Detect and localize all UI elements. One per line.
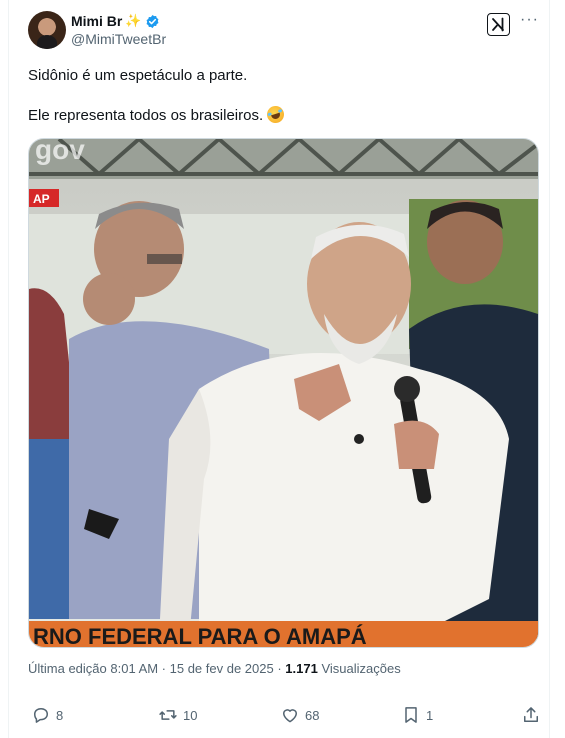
edited-timestamp[interactable]: Última edição 8:01 AM · 15 de fev de 202… bbox=[28, 661, 282, 676]
tweet-video[interactable]: gov AP RNO FEDERAL PARA O AMAPÁ bbox=[28, 138, 539, 648]
reply-button[interactable]: 8 bbox=[31, 705, 63, 725]
reply-icon bbox=[34, 708, 48, 723]
views-label: Visualizações bbox=[321, 661, 401, 676]
channel-badge-text: AP bbox=[33, 192, 50, 206]
action-bar: 8 10 68 1 bbox=[31, 705, 545, 727]
tweet-text: Sidônio é um espetáculo a parte. Ele rep… bbox=[28, 66, 287, 126]
like-button[interactable]: 68 bbox=[280, 705, 319, 725]
grok-button[interactable] bbox=[487, 13, 510, 36]
grok-icon bbox=[492, 17, 504, 32]
sparkle-emoji: ✨ bbox=[125, 13, 142, 28]
rolling-laughing-emoji-icon bbox=[265, 103, 287, 126]
tweet-meta: Última edição 8:01 AM · 15 de fev de 202… bbox=[28, 661, 401, 676]
video-banner-text: RNO FEDERAL PARA O AMAPÁ bbox=[33, 624, 367, 647]
gov-logo-text: gov bbox=[35, 139, 85, 165]
tweet-card: Mimi Br ✨ @MimiTweetBr ··· Sidônio é um … bbox=[8, 0, 550, 738]
repost-icon bbox=[159, 710, 177, 720]
repost-button[interactable]: 10 bbox=[158, 705, 197, 725]
more-options-icon[interactable]: ··· bbox=[520, 12, 538, 32]
bookmark-count: 1 bbox=[426, 707, 434, 723]
bookmark-button[interactable]: 1 bbox=[401, 705, 433, 725]
bookmark-icon bbox=[405, 707, 417, 723]
share-icon bbox=[524, 707, 538, 722]
author-avatar[interactable] bbox=[28, 11, 66, 49]
tweet-line-2: Ele representa todos os brasileiros. bbox=[28, 103, 287, 126]
video-frame: gov AP RNO FEDERAL PARA O AMAPÁ bbox=[29, 139, 538, 647]
author-name-row[interactable]: Mimi Br ✨ bbox=[71, 13, 160, 29]
share-button[interactable] bbox=[521, 705, 541, 725]
repost-count: 10 bbox=[183, 707, 198, 723]
tweet-line-1: Sidônio é um espetáculo a parte. bbox=[28, 67, 248, 84]
tweet-line-2-text: Ele representa todos os brasileiros. bbox=[28, 107, 264, 124]
views-count: 1.171 bbox=[285, 661, 318, 676]
reply-count: 8 bbox=[56, 707, 64, 723]
author-display-name[interactable]: Mimi Br bbox=[71, 13, 122, 29]
verified-badge-icon bbox=[146, 14, 158, 28]
like-count: 68 bbox=[305, 707, 320, 723]
author-handle[interactable]: @MimiTweetBr bbox=[71, 31, 166, 47]
heart-icon bbox=[283, 709, 297, 723]
